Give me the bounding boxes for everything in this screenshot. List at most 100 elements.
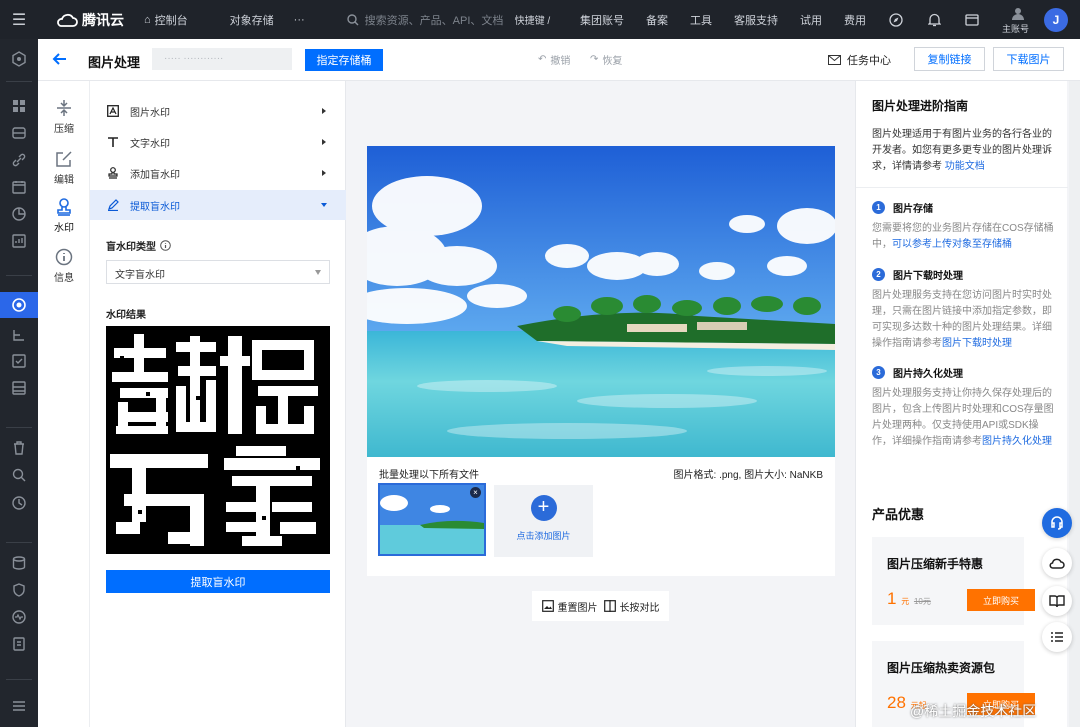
console-label: 控制台 bbox=[154, 14, 188, 27]
task-icon[interactable] bbox=[11, 353, 27, 369]
inspect-icon[interactable] bbox=[11, 467, 27, 483]
console-link[interactable]: ⌂ 控制台 bbox=[144, 12, 188, 28]
doc-icon[interactable] bbox=[11, 636, 27, 652]
workflow-icon[interactable] bbox=[11, 327, 27, 343]
account-switch[interactable]: 主账号 bbox=[1002, 0, 1034, 39]
calendar-icon[interactable] bbox=[11, 179, 27, 195]
blind-type-select[interactable]: 文字盲水印 bbox=[106, 260, 330, 284]
trash-icon[interactable] bbox=[11, 440, 27, 456]
shield-icon[interactable] bbox=[11, 582, 27, 598]
promo-price-value: 28 bbox=[887, 693, 906, 712]
extract-watermark-button[interactable]: 提取盲水印 bbox=[106, 570, 330, 593]
overview-icon[interactable] bbox=[11, 51, 27, 67]
cloud-feedback-icon[interactable] bbox=[1042, 548, 1072, 578]
menu-extract-blind-watermark[interactable]: 提取盲水印 bbox=[90, 190, 346, 220]
copy-link-button[interactable]: 复制链接 bbox=[914, 47, 985, 71]
tool-compress[interactable]: 压缩 bbox=[38, 99, 90, 135]
avatar[interactable]: J bbox=[1044, 7, 1068, 32]
product-link[interactable]: 对象存储 bbox=[230, 12, 274, 28]
redo-button[interactable]: ↷ 恢复 bbox=[590, 52, 622, 67]
help-icon[interactable] bbox=[160, 240, 171, 251]
step-title: 图片持久化处理 bbox=[893, 369, 963, 380]
storage-icon[interactable] bbox=[11, 380, 27, 396]
dashboard-icon[interactable] bbox=[11, 98, 27, 114]
compress-icon bbox=[57, 100, 71, 116]
download-processing-link[interactable]: 图片下载时处理 bbox=[942, 338, 1012, 349]
add-image-button[interactable]: + 点击添加图片 bbox=[494, 485, 593, 557]
book-icon[interactable] bbox=[1042, 586, 1072, 616]
collapse-menu-icon[interactable] bbox=[11, 698, 27, 714]
wallet-icon[interactable] bbox=[964, 12, 980, 28]
undo-button[interactable]: ↶ 撤销 bbox=[538, 52, 570, 67]
watermark-result-graphic bbox=[106, 326, 330, 554]
tool-compress-label: 压缩 bbox=[54, 124, 74, 135]
image-thumbnail[interactable]: × bbox=[378, 483, 486, 556]
tool-edit[interactable]: 编辑 bbox=[38, 150, 90, 186]
back-arrow-icon[interactable] bbox=[51, 50, 69, 68]
extract-blind-watermark-icon bbox=[107, 199, 119, 211]
persistent-processing-link[interactable]: 图片持久化处理 bbox=[982, 436, 1052, 447]
bucket-list-icon[interactable] bbox=[11, 125, 27, 141]
topbar-item-support[interactable]: 客服支持 bbox=[734, 12, 778, 28]
compare-label: 长按对比 bbox=[619, 602, 660, 614]
topbar-item-billing[interactable]: 费用 bbox=[844, 12, 866, 28]
topbar-item-trial[interactable]: 试用 bbox=[800, 12, 822, 28]
tool-column: 压缩 编辑 水印 信息 bbox=[38, 81, 90, 727]
topbar-item-tools[interactable]: 工具 bbox=[690, 12, 712, 28]
search-box[interactable]: 搜索资源、产品、API、文档 bbox=[346, 12, 507, 28]
step-3-header: 3 图片持久化处理 bbox=[872, 365, 963, 380]
compass-icon[interactable] bbox=[888, 12, 904, 28]
more-products[interactable]: ··· bbox=[294, 14, 305, 26]
menu-icon[interactable]: ☰ bbox=[0, 0, 38, 39]
pie-icon[interactable] bbox=[11, 206, 27, 222]
step-number: 2 bbox=[872, 268, 885, 281]
tool-watermark[interactable]: 水印 bbox=[38, 198, 90, 234]
list-icon[interactable] bbox=[1042, 622, 1072, 652]
docs-link[interactable]: 功能文档 bbox=[945, 161, 985, 172]
home-icon: ⌂ bbox=[144, 13, 151, 26]
upload-objects-link[interactable]: 可以参考上传对象至存储桶 bbox=[892, 239, 1012, 250]
topbar-item-group[interactable]: 集团账号 bbox=[580, 12, 624, 28]
brand-logo[interactable]: 腾讯云 bbox=[56, 10, 124, 30]
undo-icon: ↶ bbox=[538, 54, 547, 65]
guide-title: 图片处理进阶指南 bbox=[872, 99, 969, 113]
plus-icon: + bbox=[530, 495, 557, 521]
beach-photo-graphic bbox=[367, 146, 835, 457]
step-1-desc: 您需要将您的业务图片存储在COS存储桶中，可以参考上传对象至存储桶 bbox=[872, 221, 1056, 253]
menu-text-watermark[interactable]: 文字水印 bbox=[90, 127, 346, 157]
bucket-path: ····· ············ bbox=[152, 48, 292, 70]
download-image-button[interactable]: 下载图片 bbox=[993, 47, 1064, 71]
task-center-button[interactable]: 任务中心 bbox=[828, 52, 891, 68]
nav-separator bbox=[6, 542, 32, 543]
nav-separator bbox=[6, 81, 32, 82]
image-processing-nav[interactable] bbox=[0, 292, 38, 318]
caret-right-icon bbox=[322, 170, 326, 176]
side-nav bbox=[0, 39, 38, 727]
tool-info[interactable]: 信息 bbox=[38, 248, 90, 284]
caret-right-icon bbox=[322, 139, 326, 145]
reset-image-button[interactable]: 重置图片 bbox=[541, 599, 598, 614]
menu-text-watermark-label: 文字水印 bbox=[130, 138, 170, 150]
menu-add-blind-watermark[interactable]: 添加盲水印 bbox=[90, 158, 346, 188]
buy-button[interactable]: 立即购买 bbox=[967, 589, 1035, 611]
topbar-item-filing[interactable]: 备案 bbox=[646, 12, 668, 28]
step-3-desc: 图片处理服务支持让你持久保存处理后的图片，包含上传图片时处理和COS存量图片处理… bbox=[872, 386, 1056, 450]
menu-image-watermark[interactable]: 图片水印 bbox=[90, 96, 346, 126]
add-image-label: 点击添加图片 bbox=[516, 531, 571, 541]
watermark-panel: 图片水印 文字水印 添加盲水印 提取盲水印 盲水印类型 文字盲水印 水印结果 提… bbox=[90, 81, 346, 727]
image-actions: 重置图片 长按对比 bbox=[532, 591, 669, 621]
bell-icon[interactable] bbox=[926, 12, 942, 28]
monitor-icon[interactable] bbox=[11, 609, 27, 625]
database-icon[interactable] bbox=[11, 555, 27, 571]
customer-service-icon[interactable] bbox=[1042, 508, 1072, 538]
preview-image bbox=[367, 146, 835, 457]
text-watermark-icon bbox=[107, 136, 119, 148]
compare-button[interactable]: 长按对比 bbox=[603, 599, 660, 614]
specify-bucket-button[interactable]: 指定存储桶 bbox=[305, 49, 383, 71]
step-number: 1 bbox=[872, 201, 885, 214]
menu-extract-blind-watermark-label: 提取盲水印 bbox=[130, 201, 180, 213]
report-icon[interactable] bbox=[11, 233, 27, 249]
clock-icon[interactable] bbox=[11, 495, 27, 511]
link-icon[interactable] bbox=[11, 152, 27, 168]
remove-thumbnail-icon[interactable]: × bbox=[470, 487, 481, 498]
